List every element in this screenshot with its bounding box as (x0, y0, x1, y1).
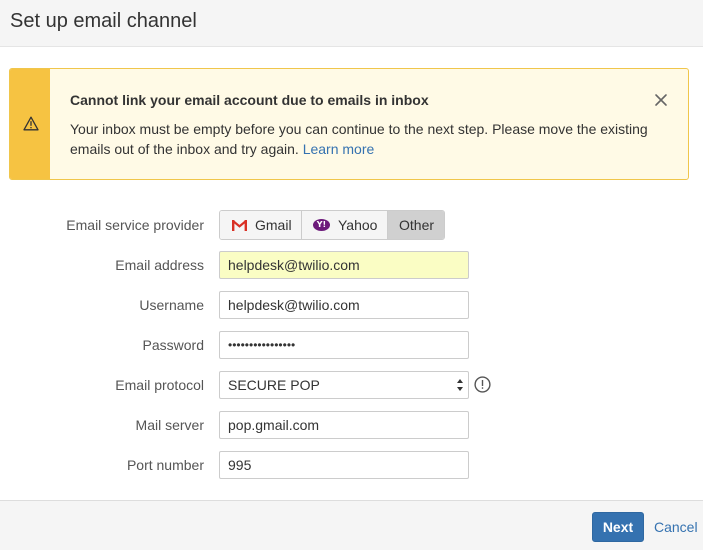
mail-server-label: Mail server (135, 417, 204, 433)
provider-yahoo-button[interactable]: Y! Yahoo (302, 211, 388, 239)
learn-more-link[interactable]: Learn more (303, 141, 375, 157)
mail-server-input[interactable]: pop.gmail.com (219, 411, 469, 439)
warning-icon (23, 116, 39, 131)
provider-other-button[interactable]: Other (388, 211, 444, 239)
protocol-label: Email protocol (115, 377, 204, 393)
alert-title: Cannot link your email account due to em… (70, 92, 429, 108)
info-icon[interactable] (474, 376, 491, 393)
alert-message: Your inbox must be empty before you can … (70, 119, 660, 159)
email-address-label: Email address (115, 257, 204, 273)
provider-toggle-group: Gmail Y! Yahoo Other (219, 210, 445, 240)
provider-other-label: Other (399, 217, 435, 233)
dialog-title: Set up email channel (10, 10, 197, 32)
username-label: Username (139, 297, 204, 313)
close-icon[interactable] (654, 93, 668, 107)
protocol-selected-value: SECURE POP (228, 377, 320, 393)
next-button[interactable]: Next (592, 512, 644, 542)
dialog-header: Set up email channel (0, 0, 703, 47)
port-number-input[interactable]: 995 (219, 451, 469, 479)
cancel-link[interactable]: Cancel (654, 519, 698, 535)
password-input[interactable]: •••••••••••••••• (219, 331, 469, 359)
provider-yahoo-label: Yahoo (338, 217, 378, 233)
password-label: Password (142, 337, 204, 353)
gmail-icon (232, 219, 247, 231)
provider-label: Email service provider (66, 217, 204, 233)
select-arrows-icon (457, 379, 463, 391)
yahoo-icon: Y! (313, 219, 330, 231)
email-address-input[interactable]: helpdesk@twilio.com (219, 251, 469, 279)
protocol-select[interactable]: SECURE POP (219, 371, 469, 399)
provider-gmail-label: Gmail (255, 217, 292, 233)
provider-gmail-button[interactable]: Gmail (220, 211, 302, 239)
warning-alert: Cannot link your email account due to em… (9, 68, 689, 180)
port-number-label: Port number (126, 457, 204, 473)
username-input[interactable]: helpdesk@twilio.com (219, 291, 469, 319)
alert-side-bar (10, 69, 50, 179)
